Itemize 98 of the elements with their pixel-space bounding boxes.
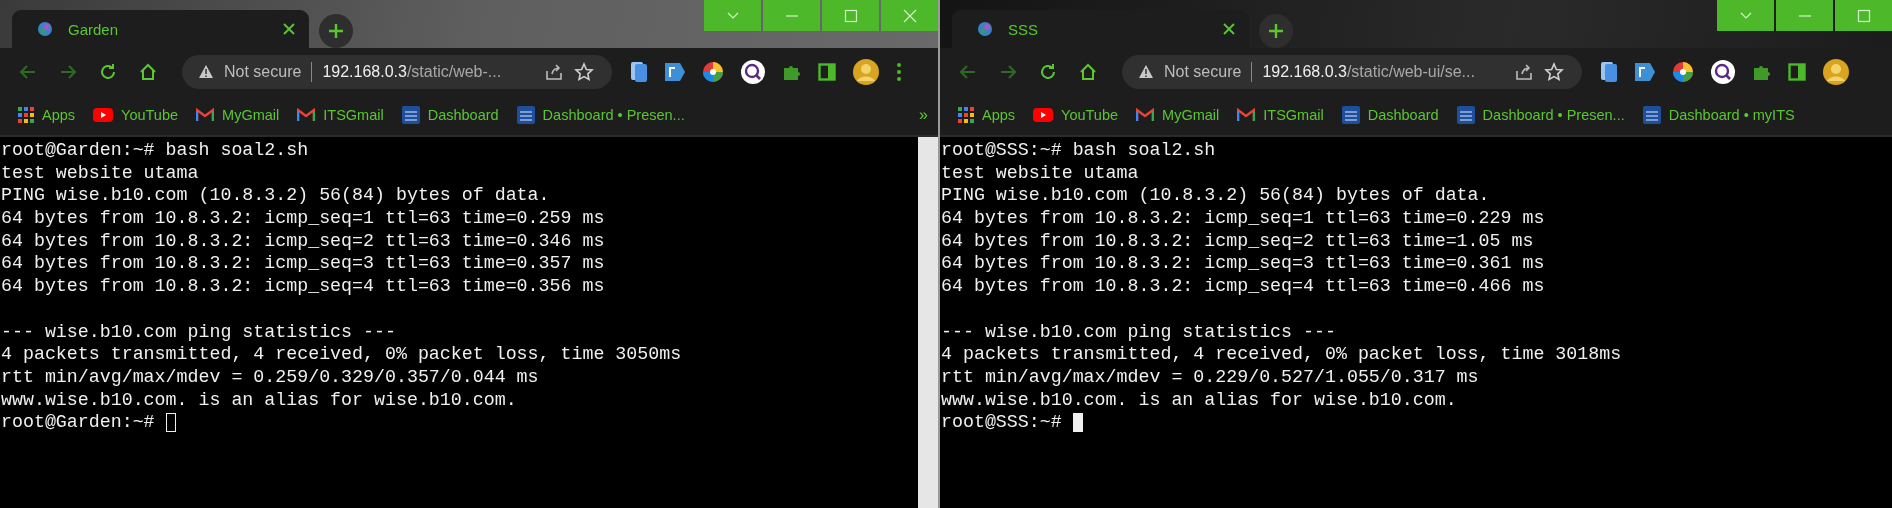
terminal-line: root@Garden:~# bash soal2.sh: [1, 139, 310, 162]
terminal-line: test website utama: [941, 161, 1140, 185]
envelope-m-icon: [297, 108, 316, 122]
bookmark-item[interactable]: Dashboard • myITS: [1642, 106, 1795, 124]
shell-prompt: root@SSS:~#: [941, 411, 1062, 434]
new-tab-button[interactable]: [1259, 14, 1293, 48]
terminal-line: rtt min/avg/max/mdev = 0.259/0.329/0.357/0.044 ms: [1, 365, 540, 389]
bookmark-item[interactable]: Dashboard • Presen...: [1456, 106, 1625, 124]
terminal-line: PING wise.b10.com (10.8.3.2) 56(84) bytes of data.: [1, 184, 551, 208]
terminal-line: 4 packets transmitted, 4 received, 0% packet loss, time 3018ms: [941, 343, 1623, 366]
envelope-m-icon: [1136, 108, 1155, 122]
chameleon-icon: [36, 20, 54, 38]
play-button-icon: [93, 108, 114, 122]
share-icon[interactable]: [1514, 62, 1534, 81]
terminal-line: rtt min/avg/max/mdev = 0.229/0.527/1.055/0.317 ms: [941, 365, 1480, 389]
minimize-icon: [784, 14, 799, 17]
reload-icon[interactable]: [1038, 61, 1058, 82]
terminal-line: 64 bytes from 10.8.3.2: icmp_seq=4 ttl=63 time=0.356 ms: [1, 275, 606, 298]
magnifier-badge-icon[interactable]: [740, 58, 766, 85]
maximize-icon: [843, 8, 858, 23]
apps-grid-icon: [18, 107, 34, 123]
security-label: Not secure: [224, 62, 302, 81]
star-icon[interactable]: [1544, 61, 1564, 82]
apps-grid-icon: [958, 107, 974, 123]
close-icon[interactable]: [283, 23, 295, 35]
document-icon[interactable]: [630, 60, 648, 83]
terminal-line: --- wise.b10.com ping statistics ---: [1, 320, 397, 344]
terminal-line: 64 bytes from 10.8.3.2: icmp_seq=3 ttl=63 time=0.357 ms: [1, 252, 606, 276]
new-tab-button[interactable]: [319, 14, 353, 48]
terminal-line: 64 bytes from 10.8.3.2: icmp_seq=1 ttl=63 time=0.229 ms: [941, 207, 1546, 230]
terminal-line: www.wise.b10.com. is an alias for wise.b10.com.: [1, 388, 518, 412]
bookmark-item[interactable]: YouTube: [1033, 107, 1119, 123]
envelope-m-icon: [196, 108, 215, 122]
home-icon[interactable]: [1078, 61, 1098, 82]
bookmark-item[interactable]: Apps: [18, 107, 76, 123]
terminal-line: 64 bytes from 10.8.3.2: icmp_seq=2 ttl=63 time=1.05 ms: [941, 229, 1535, 253]
address-bar[interactable]: Not secure 192.168.0.3/static/web-ui/se...: [1122, 54, 1582, 89]
bookmark-item[interactable]: YouTube: [93, 107, 179, 123]
shell-prompt: root@Garden:~#: [1, 411, 155, 434]
square-logo-icon: [1642, 106, 1661, 124]
plus-icon: [1268, 23, 1284, 39]
document-icon[interactable]: [1600, 60, 1618, 83]
reload-icon[interactable]: [98, 61, 118, 82]
square-logo-icon: [516, 106, 535, 124]
magnifier-badge-icon[interactable]: [1710, 58, 1736, 85]
scrollbar[interactable]: [918, 137, 938, 508]
avatar-icon[interactable]: [852, 57, 880, 86]
url-text: 192.168.0.3/static/web-ui/se...: [1262, 62, 1475, 81]
color-wheel-icon[interactable]: [1672, 60, 1694, 83]
url-text: 192.168.0.3/static/web-...: [322, 62, 502, 81]
square-logo-icon: [401, 106, 420, 124]
chameleon-icon: [976, 20, 994, 38]
bookmark-item[interactable]: MyGmail: [1136, 107, 1220, 123]
warning-icon: [198, 64, 214, 79]
address-bar[interactable]: Not secure 192.168.0.3/static/web-...: [182, 54, 612, 89]
terminal-line: 4 packets transmitted, 4 received, 0% packet loss, time 3050ms: [1, 343, 683, 366]
terminal-line: --- wise.b10.com ping statistics ---: [941, 320, 1337, 344]
bookmark-item[interactable]: MyGmail: [196, 107, 280, 123]
plus-icon: [328, 23, 344, 39]
browser-tab[interactable]: SSS: [952, 10, 1249, 48]
maximize-icon: [1856, 8, 1871, 23]
bookmark-item[interactable]: Dashboard • Presen...: [516, 106, 685, 124]
bookmark-tag-icon[interactable]: [1634, 60, 1656, 83]
security-label: Not secure: [1164, 62, 1242, 81]
close-icon[interactable]: [1223, 23, 1235, 35]
close-icon: [902, 8, 917, 23]
terminal-line: test website utama: [1, 161, 200, 185]
terminal-line: 64 bytes from 10.8.3.2: icmp_seq=3 ttl=63 time=0.361 ms: [941, 252, 1546, 276]
minimize-icon: [1797, 14, 1812, 17]
square-logo-icon: [1341, 106, 1360, 124]
share-icon[interactable]: [544, 62, 564, 81]
bookmark-item[interactable]: Dashboard: [1341, 106, 1439, 124]
side-panel-icon[interactable]: [1788, 62, 1806, 81]
play-button-icon: [1033, 108, 1054, 122]
terminal-line: 64 bytes from 10.8.3.2: icmp_seq=1 ttl=63 time=0.259 ms: [1, 207, 606, 230]
more-bookmarks-button[interactable]: »: [919, 106, 928, 124]
side-panel-icon[interactable]: [818, 62, 836, 81]
color-wheel-icon[interactable]: [702, 60, 724, 83]
tab-title: SSS: [1008, 20, 1039, 38]
browser-tab[interactable]: Garden: [12, 10, 309, 48]
bookmark-item[interactable]: Apps: [958, 107, 1016, 123]
bookmark-item[interactable]: Dashboard: [401, 106, 499, 124]
terminal-line: root@SSS:~# bash soal2.sh: [941, 139, 1217, 162]
terminal-line: 64 bytes from 10.8.3.2: icmp_seq=4 ttl=63 time=0.466 ms: [941, 275, 1546, 298]
bookmark-item[interactable]: ITSGmail: [297, 107, 384, 123]
tab-title: Garden: [68, 20, 120, 38]
warning-icon: [1138, 64, 1154, 79]
avatar-icon[interactable]: [1822, 57, 1850, 86]
terminal-line: www.wise.b10.com. is an alias for wise.b10.com.: [941, 388, 1458, 412]
terminal-line: PING wise.b10.com (10.8.3.2) 56(84) bytes of data.: [941, 184, 1491, 208]
menu-icon[interactable]: [896, 61, 902, 82]
terminal-line: 64 bytes from 10.8.3.2: icmp_seq=2 ttl=63 time=0.346 ms: [1, 229, 606, 253]
bookmark-tag-icon[interactable]: [664, 60, 686, 83]
bookmark-item[interactable]: ITSGmail: [1237, 107, 1324, 123]
star-icon[interactable]: [574, 61, 594, 82]
square-logo-icon: [1456, 106, 1475, 124]
home-icon[interactable]: [138, 61, 158, 82]
envelope-m-icon: [1237, 108, 1256, 122]
